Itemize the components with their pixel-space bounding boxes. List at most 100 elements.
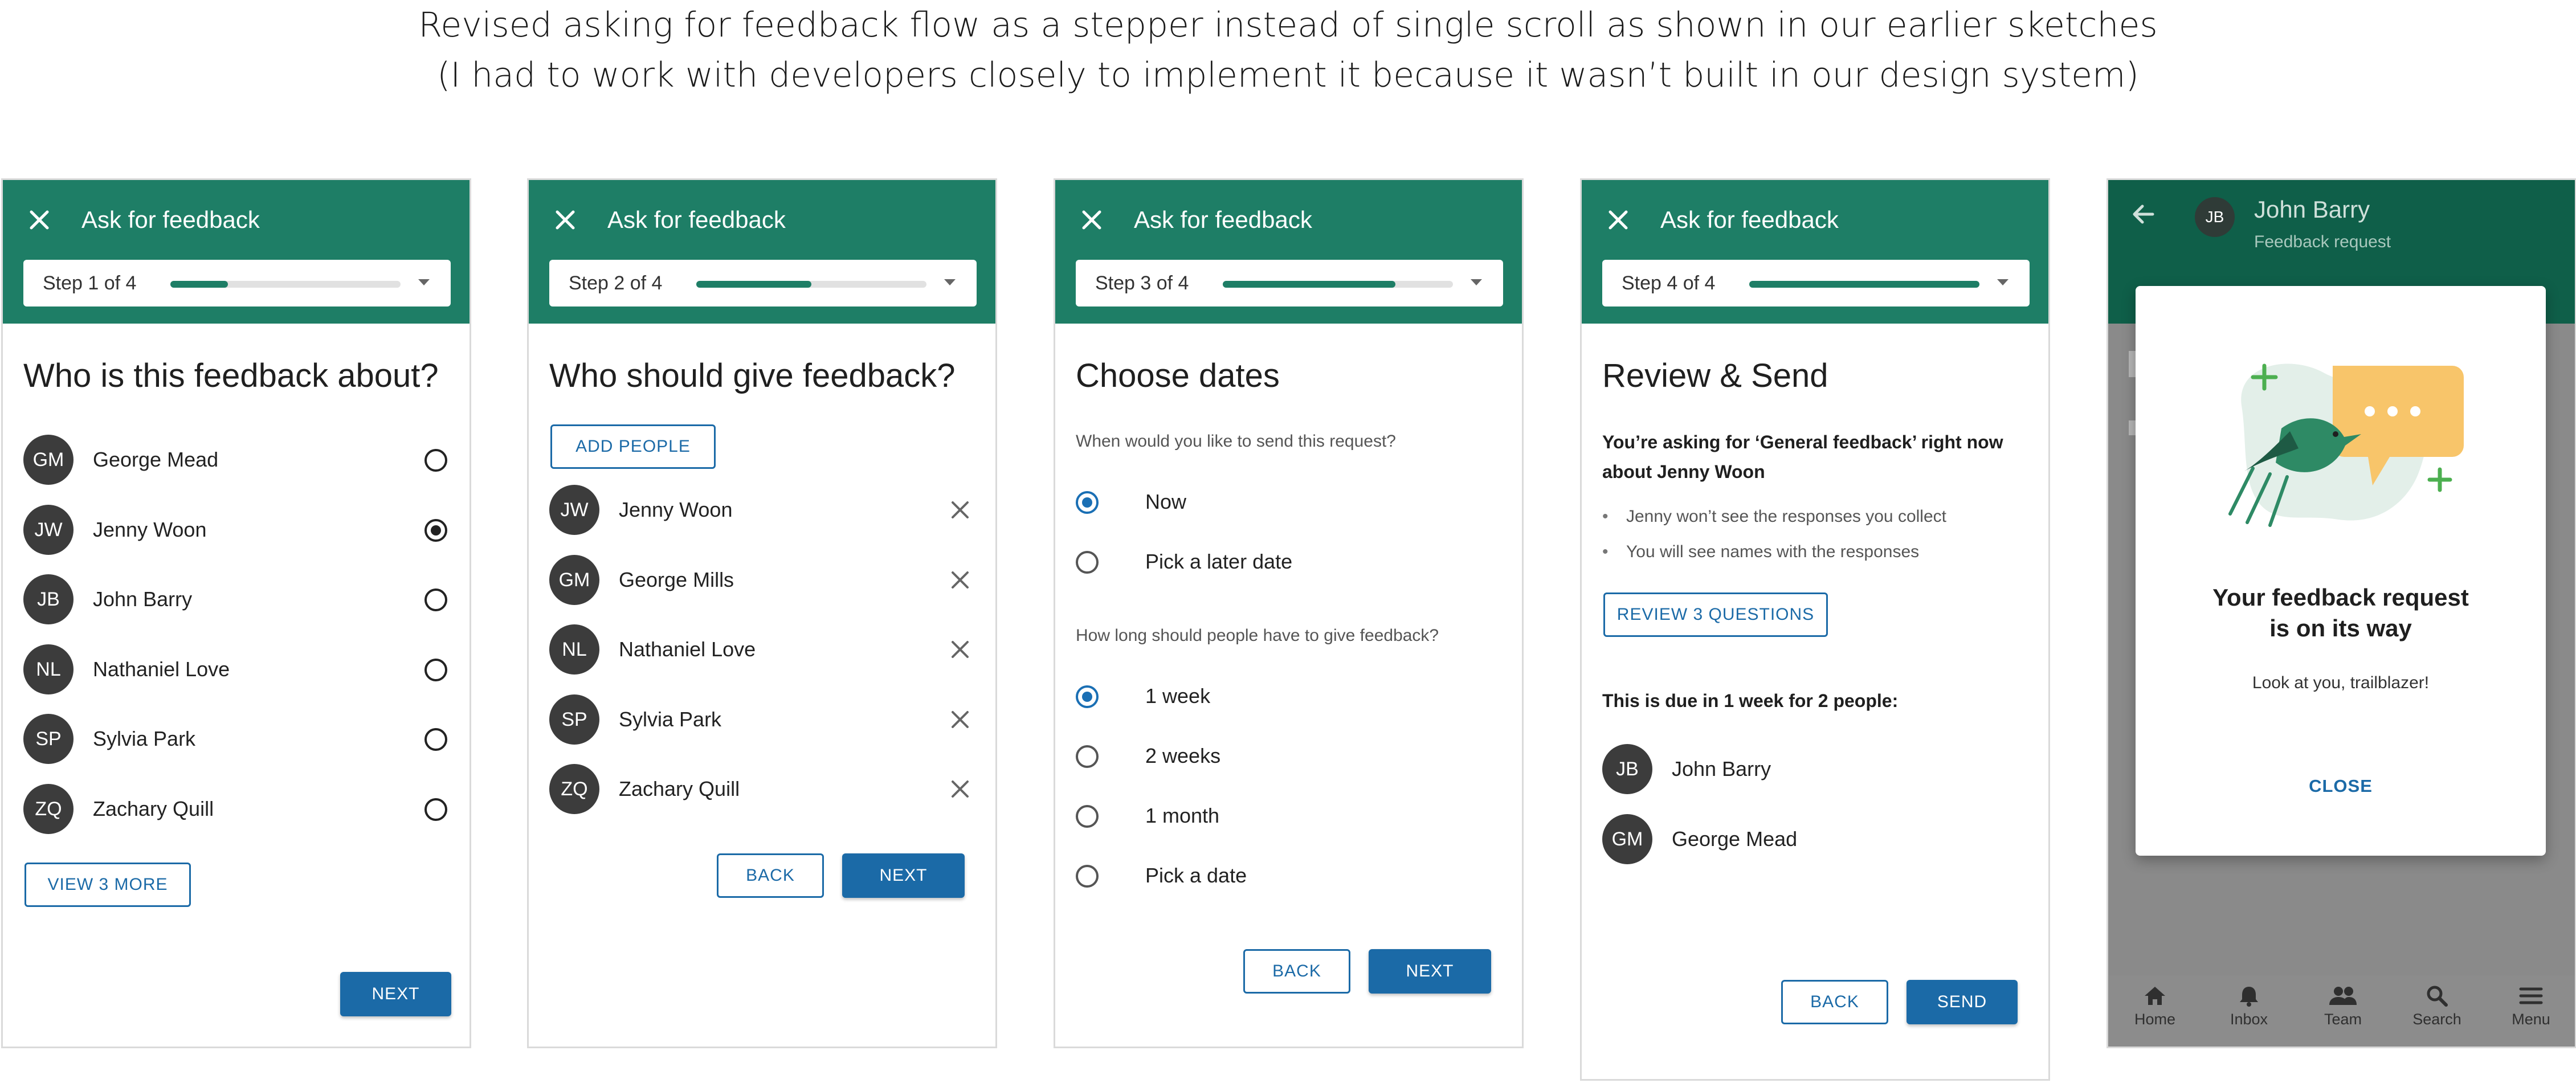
step-selector[interactable]: Step 1 of 4 bbox=[23, 260, 451, 306]
chevron-down-icon bbox=[944, 279, 956, 285]
next-button[interactable]: NEXT bbox=[1369, 949, 1491, 994]
dialog-title-line-1: Your feedback request bbox=[2212, 584, 2469, 611]
person-radio[interactable] bbox=[424, 589, 447, 611]
remove-icon[interactable] bbox=[949, 569, 971, 591]
nav-label: Home bbox=[2134, 1011, 2176, 1028]
close-icon[interactable] bbox=[1603, 205, 1633, 235]
app-bar: Ask for feedback Step 1 of 4 bbox=[3, 180, 470, 324]
person-radio[interactable] bbox=[424, 798, 447, 821]
remove-icon[interactable] bbox=[949, 778, 971, 800]
person-radio[interactable] bbox=[424, 659, 447, 681]
page-title: Review & Send bbox=[1602, 357, 1828, 394]
nav-label: Search bbox=[2412, 1011, 2461, 1028]
screen-step-2: Ask for feedback Step 2 of 4 Who should … bbox=[527, 178, 997, 1048]
screen-confirmation: JB John Barry Feedback request Your feed… bbox=[2106, 178, 2576, 1048]
avatar: ZQ bbox=[23, 784, 74, 834]
avatar: JB bbox=[2195, 197, 2235, 237]
chevron-down-icon bbox=[418, 279, 430, 285]
avatar: ZQ bbox=[549, 764, 599, 814]
progress-track bbox=[1223, 281, 1453, 288]
review-questions-button[interactable]: REVIEW 3 QUESTIONS bbox=[1603, 592, 1828, 637]
step-label: Step 2 of 4 bbox=[569, 272, 663, 294]
person-name: Zachary Quill bbox=[93, 797, 214, 820]
contact-name: John Barry bbox=[2254, 196, 2370, 223]
person-name: Jenny Woon bbox=[619, 498, 733, 521]
person-name: Nathaniel Love bbox=[93, 657, 230, 681]
avatar: JW bbox=[23, 505, 74, 555]
duration-option-label: 1 month bbox=[1145, 804, 1220, 827]
step-selector[interactable]: Step 3 of 4 bbox=[1076, 260, 1503, 306]
duration-option-label: Pick a date bbox=[1145, 864, 1247, 887]
nav-inbox[interactable]: Inbox bbox=[2215, 984, 2283, 1028]
nav-menu[interactable]: Menu bbox=[2497, 984, 2565, 1028]
duration-radio[interactable] bbox=[1076, 745, 1099, 768]
nav-label: Team bbox=[2324, 1011, 2362, 1028]
home-icon bbox=[2145, 987, 2165, 1005]
page-title: Choose dates bbox=[1076, 357, 1280, 394]
back-button[interactable]: BACK bbox=[1781, 980, 1888, 1024]
caption-line-2: (I had to work with developers closely t… bbox=[437, 55, 2139, 95]
person-radio[interactable] bbox=[424, 449, 447, 472]
step-label: Step 1 of 4 bbox=[43, 272, 137, 294]
back-button[interactable]: BACK bbox=[1243, 949, 1350, 994]
send-radio[interactable] bbox=[1076, 491, 1099, 514]
avatar: GM bbox=[1602, 814, 1652, 864]
app-bar: Ask for feedback Step 3 of 4 bbox=[1055, 180, 1522, 324]
app-bar: Ask for feedback Step 2 of 4 bbox=[529, 180, 995, 324]
arrow-back-icon[interactable] bbox=[2130, 201, 2157, 228]
next-button[interactable]: NEXT bbox=[842, 853, 965, 898]
add-people-button[interactable]: ADD PEOPLE bbox=[550, 424, 716, 469]
send-option-label: Pick a later date bbox=[1145, 550, 1293, 573]
bird-message-illustration bbox=[2228, 363, 2464, 527]
view-more-button[interactable]: VIEW 3 MORE bbox=[25, 863, 191, 907]
avatar: JW bbox=[549, 485, 599, 535]
dialog-title-line-2: is on its way bbox=[2269, 615, 2412, 641]
duration-question: How long should people have to give feed… bbox=[1076, 626, 1439, 645]
close-icon[interactable] bbox=[550, 205, 580, 235]
remove-icon[interactable] bbox=[949, 639, 971, 660]
next-button[interactable]: NEXT bbox=[340, 972, 451, 1016]
dialog-subtitle: Look at you, trailblazer! bbox=[2252, 673, 2430, 692]
contact-subtitle: Feedback request bbox=[2254, 232, 2391, 251]
send-button[interactable]: SEND bbox=[1907, 980, 2018, 1024]
nav-search[interactable]: Search bbox=[2403, 984, 2471, 1028]
avatar: NL bbox=[549, 624, 599, 675]
info-bullet: You will see names with the responses bbox=[1602, 542, 1919, 562]
step-selector[interactable]: Step 2 of 4 bbox=[549, 260, 977, 306]
info-bullet: Jenny won’t see the responses you collec… bbox=[1602, 507, 1946, 526]
search-icon bbox=[2427, 986, 2448, 1007]
send-option-label: Now bbox=[1145, 490, 1187, 513]
caption-line-1: Revised asking for feedback flow as a st… bbox=[418, 5, 2158, 45]
avatar: JB bbox=[23, 574, 74, 624]
progress-track bbox=[1749, 281, 1979, 288]
person-name: John Barry bbox=[1672, 757, 1771, 780]
page-title: Who should give feedback? bbox=[549, 357, 956, 394]
send-radio[interactable] bbox=[1076, 551, 1099, 574]
person-name: Zachary Quill bbox=[619, 777, 740, 800]
progress-track bbox=[170, 281, 401, 288]
duration-option-label: 2 weeks bbox=[1145, 744, 1221, 767]
nav-home[interactable]: Home bbox=[2121, 984, 2189, 1028]
screen-step-4: Ask for feedback Step 4 of 4 Review & Se… bbox=[1580, 178, 2050, 1081]
page-title: Who is this feedback about? bbox=[23, 357, 439, 394]
duration-radio[interactable] bbox=[1076, 865, 1099, 888]
screen-step-1: Ask for feedback Step 1 of 4 Who is this… bbox=[1, 178, 471, 1048]
person-name: George Mead bbox=[93, 448, 219, 471]
step-selector[interactable]: Step 4 of 4 bbox=[1602, 260, 2030, 306]
person-name: George Mead bbox=[1672, 827, 1798, 851]
person-radio[interactable] bbox=[424, 519, 447, 542]
close-button[interactable]: CLOSE bbox=[2136, 776, 2546, 796]
nav-team[interactable]: Team bbox=[2309, 984, 2377, 1028]
progress-fill bbox=[170, 281, 228, 288]
remove-icon[interactable] bbox=[949, 709, 971, 730]
duration-radio[interactable] bbox=[1076, 685, 1099, 708]
close-icon[interactable] bbox=[1077, 205, 1107, 235]
back-button[interactable]: BACK bbox=[717, 853, 824, 898]
close-icon[interactable] bbox=[25, 205, 54, 235]
progress-fill bbox=[1223, 281, 1395, 288]
send-question: When would you like to send this request… bbox=[1076, 432, 1396, 451]
remove-icon[interactable] bbox=[949, 499, 971, 521]
duration-radio[interactable] bbox=[1076, 805, 1099, 828]
person-radio[interactable] bbox=[424, 728, 447, 751]
app-bar-title: Ask for feedback bbox=[607, 206, 786, 233]
